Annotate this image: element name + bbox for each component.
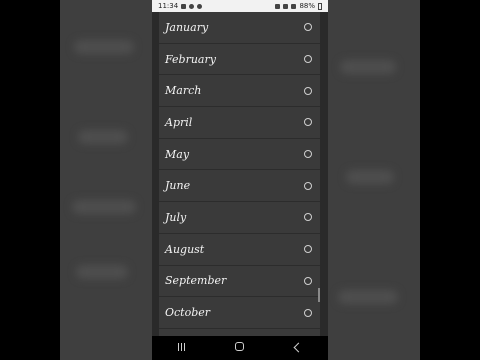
blurred-background-right bbox=[328, 0, 420, 360]
month-option-october[interactable]: October bbox=[159, 297, 320, 329]
month-label: February bbox=[165, 52, 216, 66]
scrollbar-thumb[interactable] bbox=[318, 288, 320, 302]
video-pillarbox-left bbox=[0, 0, 60, 360]
month-picker-dialog: January February March April May June Ju… bbox=[159, 12, 320, 336]
month-label: January bbox=[165, 20, 209, 34]
navigation-bar bbox=[152, 336, 328, 360]
home-button[interactable] bbox=[225, 342, 255, 354]
radio-button[interactable] bbox=[304, 86, 312, 95]
month-label: June bbox=[165, 179, 191, 193]
month-option-august[interactable]: August bbox=[159, 234, 320, 266]
month-option-january[interactable]: January bbox=[159, 12, 320, 44]
radio-button[interactable] bbox=[304, 245, 312, 254]
radio-button[interactable] bbox=[304, 308, 312, 317]
status-bar: 11:34 88% bbox=[152, 0, 328, 12]
radio-button[interactable] bbox=[304, 150, 312, 159]
blurred-background-left bbox=[60, 0, 152, 360]
radio-button[interactable] bbox=[304, 213, 312, 222]
month-label: August bbox=[165, 242, 205, 256]
radio-button[interactable] bbox=[304, 118, 312, 127]
back-icon bbox=[293, 342, 304, 352]
video-pillarbox-right bbox=[420, 0, 480, 360]
month-option-september[interactable]: September bbox=[159, 266, 320, 298]
status-time: 11:34 bbox=[158, 2, 179, 10]
month-label: March bbox=[165, 84, 202, 98]
radio-button[interactable] bbox=[304, 181, 312, 190]
month-option-february[interactable]: February bbox=[159, 44, 320, 76]
radio-button[interactable] bbox=[304, 23, 312, 32]
month-label: October bbox=[165, 306, 211, 320]
account-icon bbox=[197, 3, 203, 9]
month-option-march[interactable]: March bbox=[159, 75, 320, 108]
home-icon bbox=[235, 342, 245, 351]
battery-percentage: 88% bbox=[299, 2, 315, 10]
wifi-icon bbox=[283, 3, 289, 9]
recents-icon bbox=[177, 342, 186, 351]
month-option-april[interactable]: April bbox=[159, 107, 320, 139]
month-option-july[interactable]: July bbox=[159, 202, 320, 234]
message-icon bbox=[181, 3, 187, 9]
month-label: April bbox=[165, 115, 193, 129]
alarm-icon bbox=[275, 3, 281, 9]
signal-icon bbox=[291, 3, 297, 9]
month-label: July bbox=[165, 210, 187, 224]
notification-icon bbox=[189, 3, 195, 9]
recents-button[interactable] bbox=[166, 342, 196, 354]
month-label: May bbox=[165, 147, 190, 161]
phone-screen: 11:34 88% January February March April M… bbox=[152, 0, 328, 360]
back-button[interactable] bbox=[284, 342, 314, 354]
radio-button[interactable] bbox=[304, 55, 312, 64]
radio-button[interactable] bbox=[304, 276, 312, 285]
battery-icon bbox=[318, 2, 322, 10]
month-option-may[interactable]: May bbox=[159, 139, 320, 171]
month-label: September bbox=[165, 274, 227, 288]
month-option-june[interactable]: June bbox=[159, 170, 320, 203]
